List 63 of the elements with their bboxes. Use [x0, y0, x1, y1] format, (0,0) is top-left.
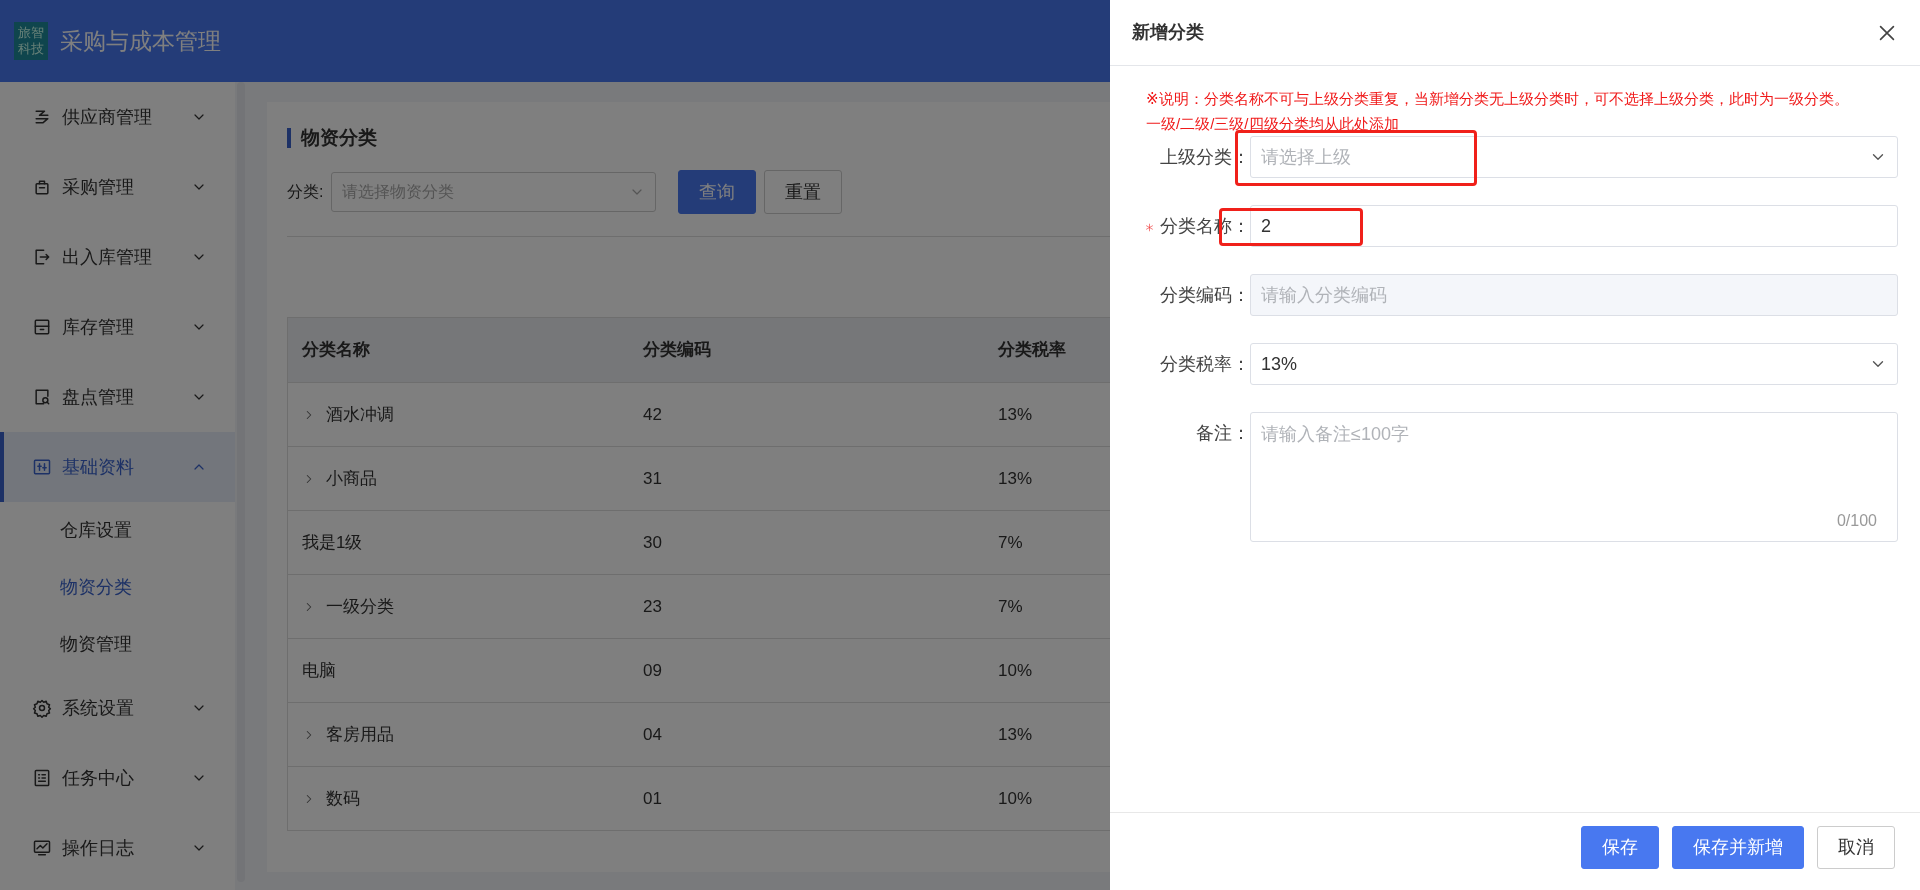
table-cell: 30: [643, 532, 662, 552]
table-cell: 42: [643, 404, 662, 424]
logo-icon: 旅智 科技: [14, 22, 48, 60]
table-cell-text: 一级分类: [326, 595, 394, 618]
field-label: 备注：: [1196, 423, 1250, 443]
table-cell: 10%: [998, 788, 1033, 808]
input-field[interactable]: 2: [1250, 205, 1898, 247]
table-cell-text: 数码: [326, 787, 360, 810]
app-title: 采购与成本管理: [60, 26, 221, 56]
gear-icon: [32, 698, 52, 718]
exit-door-icon: [32, 247, 52, 267]
table-cell: 04: [643, 724, 662, 744]
checklist-icon: [32, 768, 52, 788]
table-cell-text: 酒水冲调: [326, 403, 394, 426]
table-cell-text: 我是1级: [302, 531, 363, 554]
table-cell: 13%: [998, 468, 1033, 488]
table-cell-text: 小商品: [326, 467, 377, 490]
monitor-chart-icon: [32, 838, 52, 858]
column-header: 分类名称: [301, 339, 371, 362]
table-cell-text: 电脑: [302, 659, 336, 682]
sidebar-subitem[interactable]: 物资管理: [0, 616, 235, 673]
field-label: 分类编码：: [1160, 285, 1250, 305]
field-label: 上级分类：: [1160, 147, 1250, 167]
sidebar-subitem[interactable]: 仓库设置: [0, 502, 235, 559]
scrollbar[interactable]: [237, 82, 245, 882]
filter-label: 分类:: [287, 182, 324, 202]
sidebar-item[interactable]: 盘点管理: [0, 362, 235, 432]
field-label: 分类税率：: [1160, 354, 1250, 374]
textarea-field[interactable]: 请输入备注≤100字 0/100: [1250, 412, 1898, 542]
sidebar-item[interactable]: 操作日志: [0, 813, 235, 883]
table-cell: 13%: [998, 724, 1033, 744]
column-header: 分类编码: [643, 339, 712, 362]
table-cell: 01: [643, 788, 662, 808]
sidebar-item[interactable]: 出入库管理: [0, 222, 235, 292]
sidebar-item[interactable]: 任务中心: [0, 743, 235, 813]
sidebar-item[interactable]: 供应商管理: [0, 82, 235, 152]
sidebar-item[interactable]: 采购管理: [0, 152, 235, 222]
table-cell: 23: [643, 596, 662, 616]
cancel-button[interactable]: 取消: [1817, 826, 1895, 869]
sidebar-subitem[interactable]: 物资分类: [0, 559, 235, 616]
table-cell: 09: [643, 660, 662, 680]
sliders-icon: [32, 457, 52, 477]
table-cell: 7%: [998, 596, 1023, 616]
table-cell: 31: [643, 468, 662, 488]
save-and-new-button[interactable]: 保存并新增: [1672, 826, 1804, 869]
column-header: 分类税率: [998, 339, 1067, 362]
table-cell: 10%: [998, 660, 1033, 680]
input-field: 请输入分类编码: [1250, 274, 1898, 316]
cabinet-icon: [32, 317, 52, 337]
query-button[interactable]: 查询: [678, 170, 757, 214]
save-button[interactable]: 保存: [1581, 826, 1659, 869]
table-cell: 13%: [998, 404, 1033, 424]
table-cell-text: 客房用品: [326, 723, 394, 746]
sidebar-item[interactable]: 基础资料: [0, 432, 235, 502]
character-counter: 0/100: [1836, 511, 1877, 531]
select-field[interactable]: 13%: [1250, 343, 1898, 385]
table-cell: 7%: [998, 532, 1023, 552]
sidebar-item[interactable]: 库存管理: [0, 292, 235, 362]
bag-icon: [32, 177, 52, 197]
drawer-title: 新增分类: [1132, 21, 1204, 44]
sidebar-item[interactable]: 系统设置: [0, 673, 235, 743]
magnifier-doc-icon: [32, 387, 52, 407]
reset-button[interactable]: 重置: [764, 170, 843, 214]
